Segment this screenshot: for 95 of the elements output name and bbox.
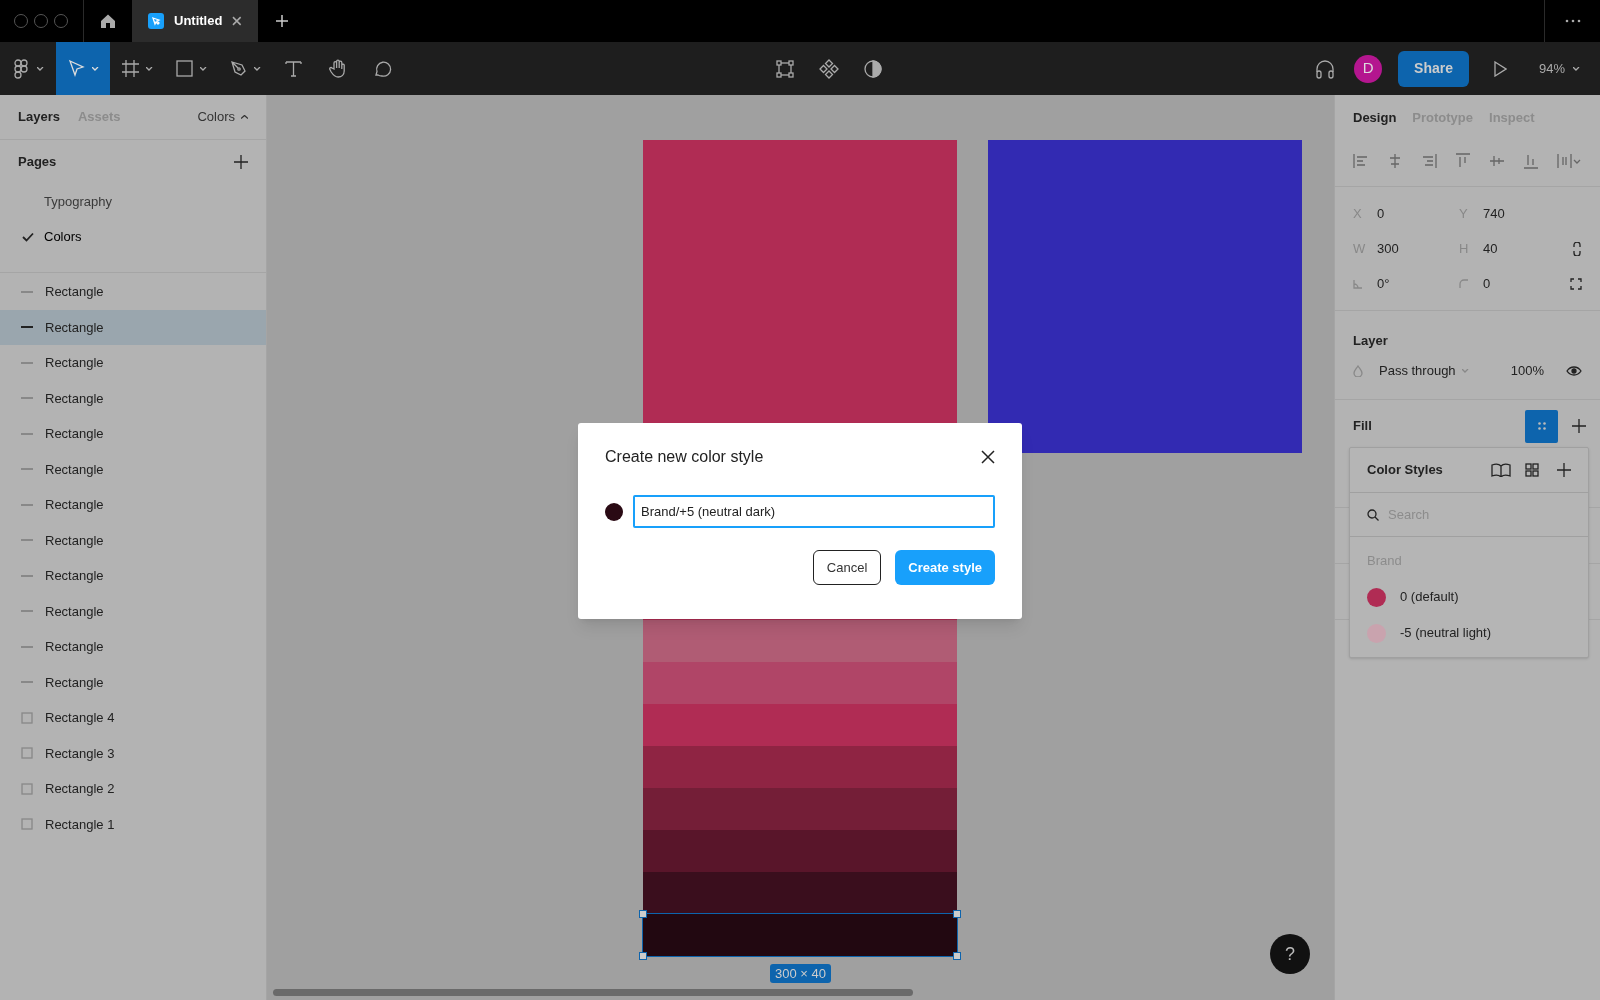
color-swatch[interactable] [605, 502, 623, 521]
transform-icon[interactable] [775, 58, 795, 79]
section-title: Layer [1353, 332, 1389, 350]
layer-row[interactable]: Rectangle [0, 345, 266, 381]
layer-row[interactable]: Rectangle 3 [0, 735, 266, 771]
rectangle-icon [175, 58, 195, 79]
user-avatar[interactable]: D [1354, 54, 1383, 83]
share-button[interactable]: Share [1398, 50, 1469, 87]
corner-radius-icon [1459, 278, 1469, 289]
rectangle-icon [21, 711, 33, 724]
page-menu[interactable]: Colors [197, 107, 248, 127]
resize-handle[interactable] [639, 910, 647, 918]
field-value[interactable]: 0° [1377, 273, 1390, 294]
page-item[interactable]: Typography [44, 191, 112, 212]
layer-row[interactable]: Rectangle [0, 451, 266, 487]
layer-row[interactable]: Rectangle [0, 416, 266, 452]
style-button[interactable] [1525, 409, 1558, 443]
align-icon[interactable] [1387, 153, 1403, 169]
field-value[interactable]: 300 [1377, 238, 1399, 259]
caret-icon [1573, 66, 1580, 71]
file-tab[interactable]: Untitled [132, 0, 258, 42]
layer-row[interactable]: Rectangle [0, 593, 266, 629]
section-title: Pages [18, 153, 57, 172]
layer-row[interactable]: Rectangle [0, 309, 266, 345]
page-item[interactable]: Colors [44, 226, 82, 247]
rectangle-icon [21, 818, 33, 831]
panel-tab[interactable]: Layers [18, 107, 60, 127]
section-title: Fill [1353, 417, 1372, 436]
popover-title: Color Styles [1367, 461, 1443, 480]
more-icon[interactable] [1564, 19, 1581, 23]
caret-icon [146, 66, 153, 71]
play-icon[interactable] [1492, 60, 1507, 77]
frame-icon [121, 58, 141, 79]
home-icon[interactable] [100, 13, 116, 29]
resize-handle[interactable] [953, 952, 961, 960]
resize-icon[interactable] [1570, 277, 1582, 290]
field-value[interactable]: 40 [1483, 238, 1498, 259]
layer-row[interactable]: Rectangle 1 [0, 806, 266, 842]
check-icon [22, 231, 34, 242]
field-value[interactable]: 0 [1377, 203, 1385, 224]
caret-icon [200, 66, 207, 71]
layer-row[interactable]: Rectangle 4 [0, 700, 266, 736]
book-icon[interactable] [1491, 463, 1511, 477]
field-value[interactable]: 0 [1483, 273, 1491, 294]
size-label: 300 × 40 [770, 964, 831, 983]
resize-handle[interactable] [953, 910, 961, 918]
blend-mode-dropdown[interactable]: Pass through [1379, 361, 1469, 381]
align-icon[interactable] [1489, 153, 1505, 169]
styles-icon [1537, 422, 1546, 430]
layer-row[interactable]: Rectangle [0, 664, 266, 700]
plus-icon[interactable] [234, 155, 248, 169]
cursor-icon [67, 58, 87, 79]
contrast-icon[interactable] [863, 58, 883, 79]
component-icon[interactable] [819, 58, 839, 79]
color-style-item[interactable]: 0 (default) [1367, 579, 1571, 615]
style-name-field[interactable]: Brand/+5 (neutral dark) [633, 495, 995, 528]
help-button[interactable]: ? [1270, 934, 1310, 974]
plus-icon[interactable] [1557, 463, 1571, 477]
constrain-icon[interactable] [1572, 241, 1582, 256]
caret-icon [37, 66, 44, 71]
tab-title: Untitled [174, 12, 223, 31]
plus-icon[interactable] [1572, 419, 1586, 433]
layer-row[interactable]: Rectangle [0, 487, 266, 523]
file-icon [148, 13, 164, 29]
layer-row[interactable]: Rectangle [0, 274, 266, 310]
hand-icon [328, 58, 348, 79]
layer-row[interactable]: Rectangle [0, 380, 266, 416]
color-style-item[interactable]: -5 (neutral light) [1367, 615, 1571, 651]
layer-row[interactable]: Rectangle [0, 558, 266, 594]
opacity-drop-icon [1353, 365, 1363, 377]
search-icon [1367, 508, 1379, 521]
cancel-button[interactable]: Cancel [812, 550, 882, 585]
caret-icon [241, 115, 248, 119]
rectangle-icon [21, 782, 33, 795]
headphones-icon[interactable] [1314, 57, 1337, 80]
field-value[interactable]: 740 [1483, 203, 1505, 224]
close-icon[interactable] [981, 450, 995, 464]
dialog-title: Create new color style [605, 447, 764, 467]
caret-icon [1461, 369, 1469, 373]
layer-row[interactable]: Rectangle 2 [0, 771, 266, 807]
text-icon [284, 58, 304, 79]
resize-handle[interactable] [639, 952, 647, 960]
rectangle-icon [21, 747, 33, 760]
panel-tab[interactable]: Design [1353, 107, 1397, 128]
angle-icon [1353, 278, 1363, 289]
caret-icon [254, 66, 261, 71]
scrollbar[interactable] [273, 989, 913, 996]
zoom-menu[interactable]: 94% [1538, 58, 1580, 79]
layer-row[interactable]: Rectangle [0, 629, 266, 665]
caret-icon [92, 66, 99, 71]
close-icon[interactable] [232, 16, 242, 26]
layer-row[interactable]: Rectangle [0, 522, 266, 558]
grid-icon[interactable] [1525, 463, 1539, 477]
eye-icon[interactable] [1566, 366, 1582, 376]
opacity-value[interactable]: 100% [1510, 361, 1544, 381]
